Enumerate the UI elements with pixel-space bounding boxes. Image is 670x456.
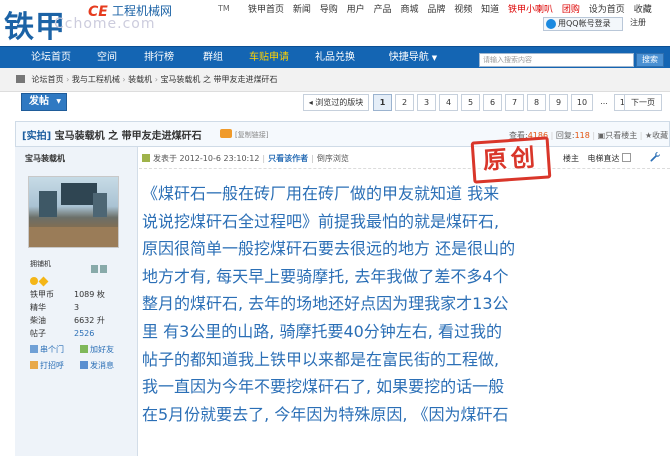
top-link[interactable]: 用户 [347,5,365,15]
page-link[interactable]: 9 [549,94,568,111]
post-line: 在5月份就要去了, 今年因为特殊原因, 《因为煤矸石 [142,404,509,424]
post-line: 地方才有, 每天早上要骑摩托, 去年我做了差不多4个 [142,266,509,286]
star-icon [38,276,49,287]
add-friend-button[interactable]: 加好友 [80,343,114,357]
post-line: 《煤矸石一般在砖厂用在砖厂做的甲友就知道 我来 [142,184,500,203]
page-link[interactable]: 5 [461,94,480,111]
top-link[interactable]: 新闻 [293,5,311,15]
avatar-shape [93,193,107,217]
thread-title: [实拍] 宝马装载机 之 带甲友走进煤矸石 [22,131,202,142]
wrench-icon[interactable] [649,151,661,163]
nav-item-ranking[interactable]: 排行榜 [130,47,188,69]
top-link[interactable]: 设为首页 [589,5,625,15]
post-line: 里 有3公里的山路, 骑摩托要40分钟左右, 看过我的 [142,321,502,341]
page-link[interactable]: 4 [439,94,458,111]
post-line: 帖子的都知道我上铁甲以来都是在富民街的工程做, [142,349,500,369]
breadcrumb-item[interactable]: 我与工程机械 [72,75,120,84]
post-body: 《煤矸石一般在砖厂用在砖厂做的甲友就知道 我来 说说挖煤矸石全过程吧》前提我最怕… [142,180,666,428]
top-link-red[interactable]: 铁甲小喇叭 [508,5,553,15]
nav-item-sticker[interactable]: 车贴申请 [238,47,300,69]
post-line: 整月的煤矸石, 去年的场地还好点因为理我家才13公 [142,294,509,314]
qq-login-button[interactable]: 用QQ帐号登录 [543,17,623,31]
search-input[interactable]: 请输入搜索内容 [479,53,634,67]
home-icon[interactable] [16,75,25,83]
next-page-button[interactable]: 下一页 [624,94,662,111]
visit-button[interactable]: 串个门 [30,343,64,357]
message-button[interactable]: 发消息 [80,359,114,373]
top-link[interactable]: 视频 [454,5,472,15]
avatar-shape [61,183,97,205]
qq-icon [546,19,556,29]
page-link[interactable]: 8 [527,94,546,111]
post-line: 说说挖煤矸石全过程吧》前提我最怕的就是煤矸石, [142,211,500,231]
top-link[interactable]: 铁甲首页 [248,5,284,15]
top-link[interactable]: 收藏 [634,5,652,15]
hot-icon [220,129,232,138]
nav-item-home[interactable]: 论坛首页 [18,47,84,69]
original-stamp: 原创 [470,136,552,184]
home-icon [30,345,38,353]
chevron-down-icon: ▼ [56,98,61,105]
page-link[interactable]: 2 [395,94,414,111]
breadcrumb: 论坛首页 › 我与工程机械 › 装载机 › 宝马装载机 之 带甲友走进煤矸石 [16,74,278,85]
new-post-button[interactable]: 发帖 ▼ [21,93,67,111]
page-link[interactable]: 10 [571,94,593,111]
page-link[interactable]: 1 [373,94,392,111]
nav-item-quicknav[interactable]: 快捷导航 ▼ [376,47,450,69]
post-line: 原因很简单一般挖煤矸石要去很远的地方 还是很山的 [142,239,516,259]
page-link[interactable]: 7 [505,94,524,111]
nav-item-gifts[interactable]: 礼品兑换 [300,47,370,69]
top-links: 铁甲首页 新闻 导购 用户 产品 商城 品牌 视频 知道 铁甲小喇叭 团购 设为… [248,2,658,15]
nav-item-space[interactable]: 空间 [84,47,130,69]
top-link[interactable]: 导购 [320,5,338,15]
mail-icon [80,361,88,369]
jump-floor-input[interactable] [621,153,631,162]
post-meta: 发表于 2012-10-6 23:10:12 | 只看该作者 | 倒序浏览 [142,153,349,164]
register-link[interactable]: 注册 [630,17,646,28]
sun-icon [30,277,38,285]
top-link[interactable]: 商城 [400,5,418,15]
search-button[interactable]: 搜索 [636,53,664,67]
rank-stars [30,270,49,289]
author-rank: 拥铺机 [30,260,51,268]
page-link[interactable]: 6 [483,94,502,111]
author-stats: 铁甲币 1089 枚 精华 3 柴油 6632 升 帖子 2526 [30,290,105,338]
forum-page: { "header": { "logo_cn": "铁甲", "logo_en"… [0,0,670,456]
breadcrumb-item: 宝马装载机 之 带甲友走进煤矸石 [160,75,278,84]
medal-icon [100,265,107,273]
main-nav: 论坛首页 空间 排行榜 群组 车贴申请 礼品兑换 快捷导航 ▼ 请输入搜索内容 搜… [0,46,670,68]
avatar-shape [39,191,57,217]
visited-boards-button[interactable]: ◂ 浏览过的版块 [303,94,369,111]
site-logo[interactable]: 铁甲 CE 工程机械网 Cchome.com TM [4,0,234,46]
author-name[interactable]: 宝马装载机 [25,153,65,164]
rank-icons [89,258,107,277]
top-link[interactable]: 品牌 [427,5,445,15]
avatar-shape [29,227,118,247]
greet-button[interactable]: 打招呼 [30,359,64,373]
add-user-icon [80,345,88,353]
online-icon [142,154,150,162]
breadcrumb-item[interactable]: 装载机 [128,75,152,84]
page-ellipsis: ... [600,97,608,106]
wave-icon [30,361,38,369]
copy-link[interactable]: [复制链接] [235,130,268,140]
post-line: 我一直因为今年不要挖煤矸石了, 如果要挖的话一般 [142,377,505,397]
post-controls: 楼主 电梯直达 [563,153,631,164]
phone-icon [91,265,98,273]
nav-item-groups[interactable]: 群组 [188,47,238,69]
page-link[interactable]: 3 [417,94,436,111]
top-link[interactable]: 产品 [374,5,392,15]
top-link-red[interactable]: 团购 [562,5,580,15]
breadcrumb-item[interactable]: 论坛首页 [32,75,64,84]
chevron-down-icon: ▼ [431,54,438,62]
top-link[interactable]: 知道 [481,5,499,15]
avatar[interactable] [28,176,119,248]
